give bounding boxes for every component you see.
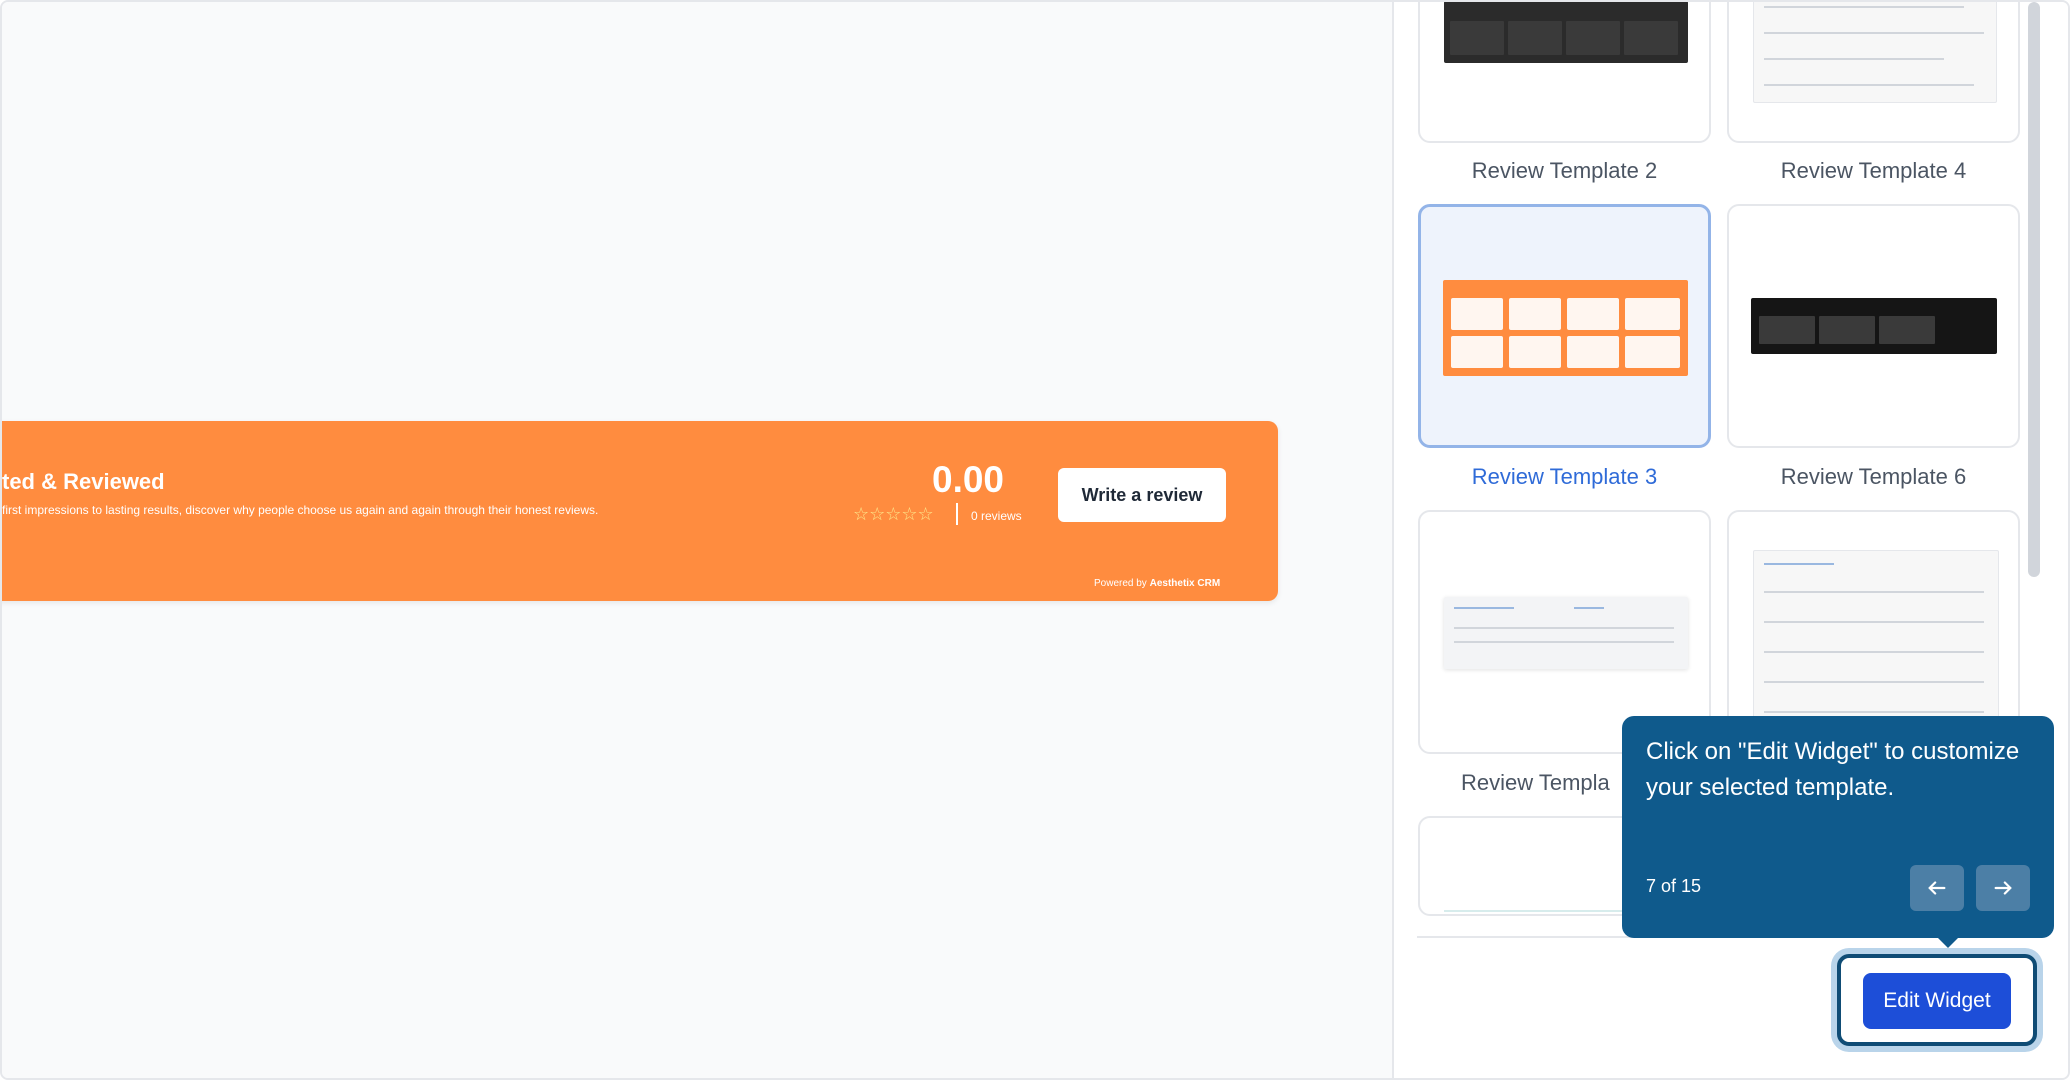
powered-by-brand: Aesthetix CRM (1149, 578, 1221, 589)
template-thumbnail (1444, 597, 1688, 669)
tooltip-prev-button[interactable] (1910, 865, 1964, 911)
template-label-3: Review Template 3 (1471, 464, 1658, 489)
review-count: 0 reviews (971, 509, 1022, 523)
write-review-button[interactable]: Write a review (1058, 468, 1226, 522)
powered-by-prefix: Powered by (1094, 578, 1147, 589)
tooltip-step-counter: 7 of 15 (1646, 876, 1702, 896)
banner-subtitle: first impressions to lasting results, di… (2, 503, 599, 517)
template-label-2: Review Template 2 (1471, 158, 1658, 183)
template-label-5: Review Templa (1461, 770, 1610, 795)
powered-by-text: Powered by Aesthetix CRM (1094, 578, 1220, 589)
template-card-6[interactable] (1727, 204, 2020, 448)
template-thumbnail (1751, 298, 1997, 354)
onboarding-tooltip: Click on "Edit Widget" to customize your… (1622, 716, 2054, 948)
template-thumbnail (1443, 280, 1688, 376)
panel-scrollbar[interactable] (2028, 2, 2040, 577)
tooltip-next-button[interactable] (1976, 865, 2030, 911)
arrow-left-icon (1928, 881, 1946, 895)
template-thumbnail (1444, 2, 1688, 63)
template-thumbnail (1753, 2, 1997, 103)
edit-widget-highlight: Edit Widget (1837, 954, 2037, 1046)
banner-title: ted & Reviewed (2, 469, 165, 494)
rating-divider (956, 503, 958, 525)
template-card-4[interactable] (1727, 2, 2020, 143)
review-widget-banner: ted & Reviewed first impressions to last… (2, 421, 1278, 601)
edit-widget-button[interactable]: Edit Widget (1863, 973, 2011, 1029)
template-label-4: Review Template 4 (1780, 158, 1967, 183)
widget-preview-area: ted & Reviewed first impressions to last… (2, 2, 1392, 1078)
template-card-2[interactable] (1418, 2, 1711, 143)
template-card-3[interactable] (1418, 204, 1711, 448)
template-label-6: Review Template 6 (1780, 464, 1967, 489)
template-thumbnail (1753, 550, 1999, 730)
rating-score: 0.00 (932, 459, 1005, 500)
arrow-right-icon (1994, 881, 2012, 895)
app-frame: ted & Reviewed first impressions to last… (0, 0, 2070, 1080)
star-rating-icon: ☆☆☆☆☆ (853, 504, 934, 524)
tooltip-text: Click on "Edit Widget" to customize your… (1646, 738, 2020, 801)
